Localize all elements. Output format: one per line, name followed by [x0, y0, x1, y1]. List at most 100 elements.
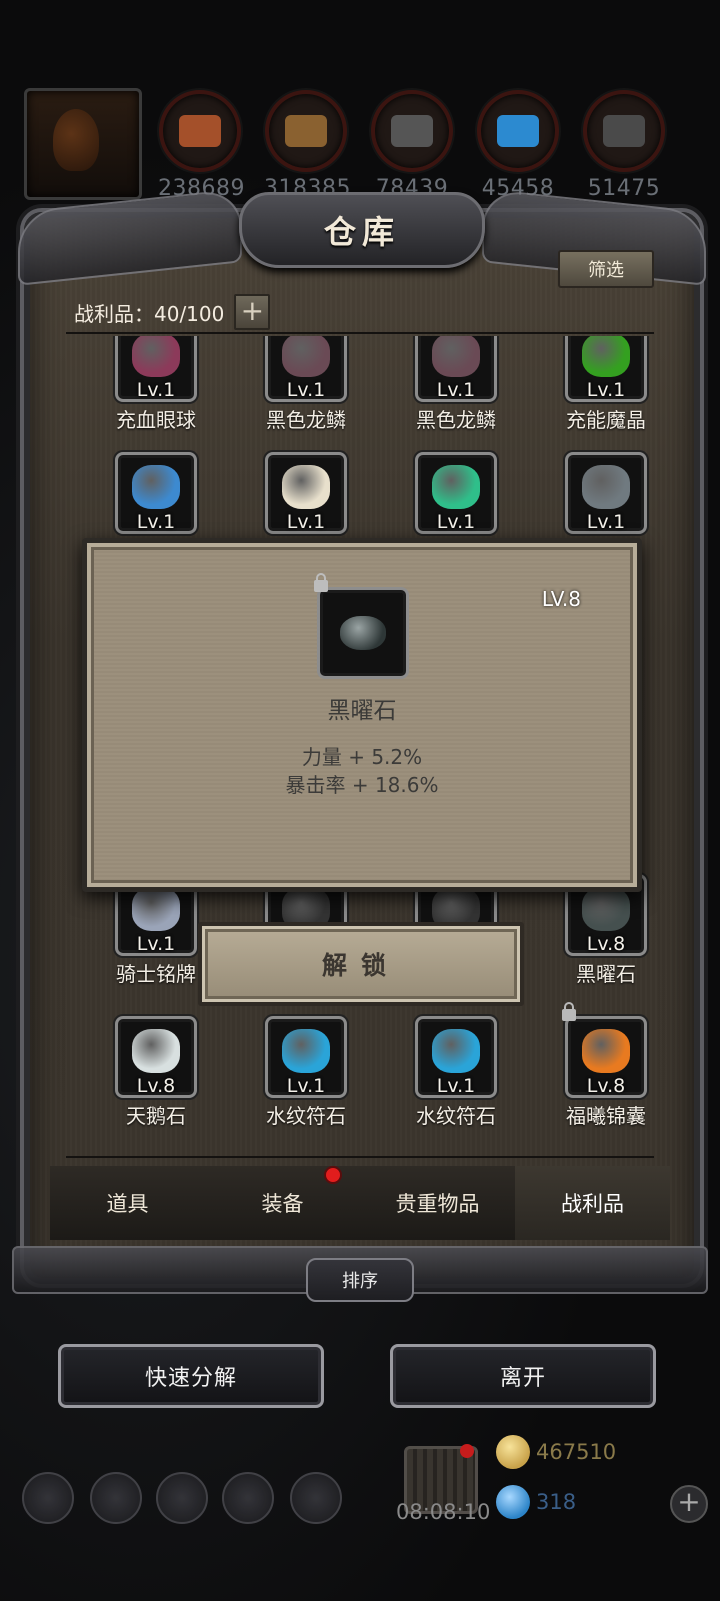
item-level: Lv.8: [586, 1075, 626, 1097]
filter-button[interactable]: 筛选: [558, 250, 654, 288]
lock-icon: [314, 573, 328, 592]
tab-item[interactable]: 贵重物品: [360, 1166, 515, 1240]
item-level: Lv.8: [136, 1075, 176, 1097]
item-slot[interactable]: Lv.1: [115, 336, 197, 402]
crystal-icon: [497, 115, 539, 147]
item-name: 充血眼球: [116, 408, 196, 432]
loot-capacity: 战利品：40/100 +: [74, 294, 271, 330]
item-level: Lv.1: [436, 379, 476, 401]
window-title: 仓库: [323, 213, 400, 251]
sort-button[interactable]: 排序: [306, 1258, 414, 1302]
popup-item-slot: [314, 573, 409, 679]
resource-circle: [265, 90, 347, 172]
item-name: 水纹符石: [266, 1104, 346, 1128]
obsidian-icon: [340, 616, 386, 650]
popup-stat-strength: 力量 + 5.2%: [301, 745, 423, 769]
tab-label: 道具: [106, 1192, 149, 1216]
horn-icon: [53, 109, 99, 171]
resource-item[interactable]: 45458: [476, 90, 560, 201]
quick-decompose-button[interactable]: 快速分解: [58, 1344, 324, 1408]
mail-icon[interactable]: [222, 1472, 274, 1524]
tab-item[interactable]: 装备: [205, 1166, 360, 1240]
item-icon: [432, 336, 480, 377]
item-icon: [132, 1029, 180, 1073]
list-item[interactable]: Lv.1 水纹符石: [236, 1016, 376, 1129]
item-level: Lv.1: [586, 511, 626, 533]
player-portrait[interactable]: [24, 88, 142, 200]
gift-timer: 08:08:10: [396, 1500, 491, 1524]
item-slot[interactable]: Lv.1: [415, 336, 497, 402]
resource-item[interactable]: 318385: [264, 90, 350, 201]
popup-stat-crit: 暴击率 + 18.6%: [285, 773, 439, 797]
item-name: 黑色龙鳞: [266, 408, 346, 432]
notification-dot: [460, 1444, 474, 1458]
list-item[interactable]: Lv.1 黑色龙鳞: [386, 336, 526, 433]
resource-bar: 238689 318385 78439 45458 51475: [24, 88, 704, 201]
tab-label: 贵重物品: [395, 1192, 480, 1216]
resource-item[interactable]: 78439: [370, 90, 454, 201]
list-item[interactable]: Lv.1: [236, 452, 376, 536]
item-slot[interactable]: Lv.1: [265, 452, 347, 534]
loot-capacity-label: 战利品：40/100: [74, 301, 225, 326]
gem-counter: 318: [496, 1484, 696, 1520]
item-slot[interactable]: Lv.8: [562, 1002, 647, 1098]
item-slot[interactable]: Lv.1: [265, 1016, 347, 1098]
item-slot[interactable]: Lv.1: [415, 452, 497, 534]
item-detail-popup: LV.8 黑曜石 力量 + 5.2% 暴击率 + 18.6%: [82, 538, 642, 892]
item-slot[interactable]: Lv.1: [565, 336, 647, 402]
title-plate: 仓库: [239, 192, 485, 268]
item-name: 黑曜石: [576, 962, 636, 986]
item-slot[interactable]: Lv.8: [115, 1016, 197, 1098]
item-level: Lv.1: [136, 511, 176, 533]
resource-circle: [371, 90, 453, 172]
lock-icon: [562, 1002, 576, 1021]
item-icon: [282, 336, 330, 377]
item-level: Lv.1: [136, 379, 176, 401]
resource-item[interactable]: 51475: [582, 90, 666, 201]
tab-label: 战利品: [561, 1192, 624, 1216]
item-level: Lv.1: [436, 1075, 476, 1097]
star-icon[interactable]: [90, 1472, 142, 1524]
item-icon: [282, 1029, 330, 1073]
item-slot[interactable]: Lv.1: [265, 336, 347, 402]
item-level: Lv.1: [136, 933, 176, 955]
add-currency-button[interactable]: +: [670, 1485, 708, 1523]
list-item[interactable]: Lv.1: [386, 452, 526, 536]
stone-icon: [603, 115, 645, 147]
list-item[interactable]: Lv.1: [86, 452, 226, 536]
resource-circle: [583, 90, 665, 172]
gem-icon: [496, 1485, 530, 1519]
list-item[interactable]: Lv.1 黑色龙鳞: [236, 336, 376, 433]
header-divider: [66, 332, 654, 334]
tab-item[interactable]: 战利品: [515, 1166, 670, 1240]
item-name: 黑色龙鳞: [416, 408, 496, 432]
leave-button[interactable]: 离开: [390, 1344, 656, 1408]
item-icon: [582, 1029, 630, 1073]
map-icon[interactable]: [156, 1472, 208, 1524]
item-name: 水纹符石: [416, 1104, 496, 1128]
item-icon: [132, 336, 180, 377]
resource-value: 51475: [587, 176, 661, 201]
shield-icon[interactable]: [290, 1472, 342, 1524]
settings-icon[interactable]: [22, 1472, 74, 1524]
list-item[interactable]: Lv.1 充血眼球: [86, 336, 226, 433]
list-item[interactable]: Lv.8 福曦锦囊: [536, 1002, 654, 1129]
item-name: 福曦锦囊: [566, 1104, 646, 1128]
list-item[interactable]: Lv.8 天鹅石: [86, 1016, 226, 1129]
resource-item[interactable]: 238689: [158, 90, 244, 201]
meat-icon: [179, 115, 221, 147]
gold-counter: 467510: [496, 1434, 696, 1470]
item-level: Lv.8: [586, 933, 626, 955]
item-icon: [432, 465, 480, 509]
unlock-button[interactable]: 解锁: [198, 922, 524, 1006]
expand-capacity-button[interactable]: +: [234, 294, 271, 330]
item-slot[interactable]: Lv.1: [115, 452, 197, 534]
item-icon: [132, 465, 180, 509]
list-item[interactable]: Lv.1 充能魔晶: [536, 336, 654, 433]
item-level: Lv.1: [286, 1075, 326, 1097]
list-item[interactable]: Lv.1: [536, 452, 654, 536]
item-slot[interactable]: Lv.1: [415, 1016, 497, 1098]
tab-item[interactable]: 道具: [50, 1166, 205, 1240]
list-item[interactable]: Lv.1 水纹符石: [386, 1016, 526, 1129]
item-slot[interactable]: Lv.1: [565, 452, 647, 534]
